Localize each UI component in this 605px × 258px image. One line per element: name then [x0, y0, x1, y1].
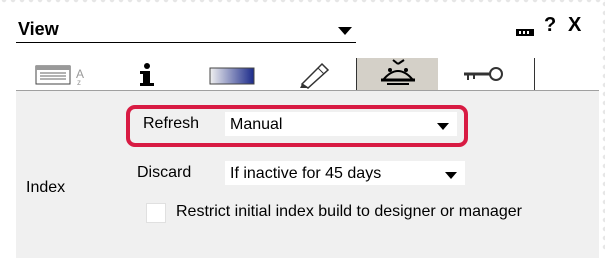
discard-label: Discard: [137, 164, 192, 181]
chevron-down-icon: [445, 172, 457, 179]
help-icon[interactable]: ?: [544, 14, 556, 37]
torn-edge-right: [599, 0, 605, 251]
view-properties-panel: View ? X A z Index Refresh Manual Discar…: [10, 6, 599, 258]
svg-text:z: z: [77, 78, 81, 87]
info-icon: [140, 63, 154, 86]
beanie-icon: [380, 59, 416, 85]
restrict-index-checkbox[interactable]: [146, 203, 166, 223]
properties-icon: A z: [35, 65, 84, 87]
gradient-icon: [209, 67, 255, 85]
pen-icon: [300, 62, 330, 89]
chevron-down-icon: [437, 123, 449, 130]
tab-gradient[interactable]: [188, 58, 275, 90]
section-label-index: Index: [26, 179, 66, 196]
tab-beanie[interactable]: [356, 58, 440, 90]
tab-pen[interactable]: [274, 58, 357, 90]
tab-properties[interactable]: A z: [16, 58, 107, 90]
pin-icon[interactable]: [516, 24, 534, 36]
restrict-index-label: Restrict initial index build to designer…: [176, 203, 522, 220]
index-settings-pane: Index Refresh Manual Discard If inactive…: [16, 90, 599, 258]
tab-strip: A z: [16, 58, 599, 90]
refresh-select[interactable]: Manual: [225, 112, 457, 136]
tab-key[interactable]: [438, 58, 535, 90]
chevron-down-icon: [338, 27, 352, 35]
view-selector[interactable]: View: [16, 16, 356, 43]
discard-select[interactable]: If inactive for 45 days: [225, 161, 465, 185]
panel-title: View: [18, 19, 59, 39]
key-icon: [464, 67, 503, 81]
refresh-label: Refresh: [143, 115, 200, 132]
close-icon[interactable]: X: [568, 14, 581, 37]
refresh-select-value: Manual: [230, 116, 283, 133]
discard-select-value: If inactive for 45 days: [230, 165, 382, 182]
panel-header: View ? X: [10, 6, 599, 50]
tab-info[interactable]: [106, 58, 189, 90]
